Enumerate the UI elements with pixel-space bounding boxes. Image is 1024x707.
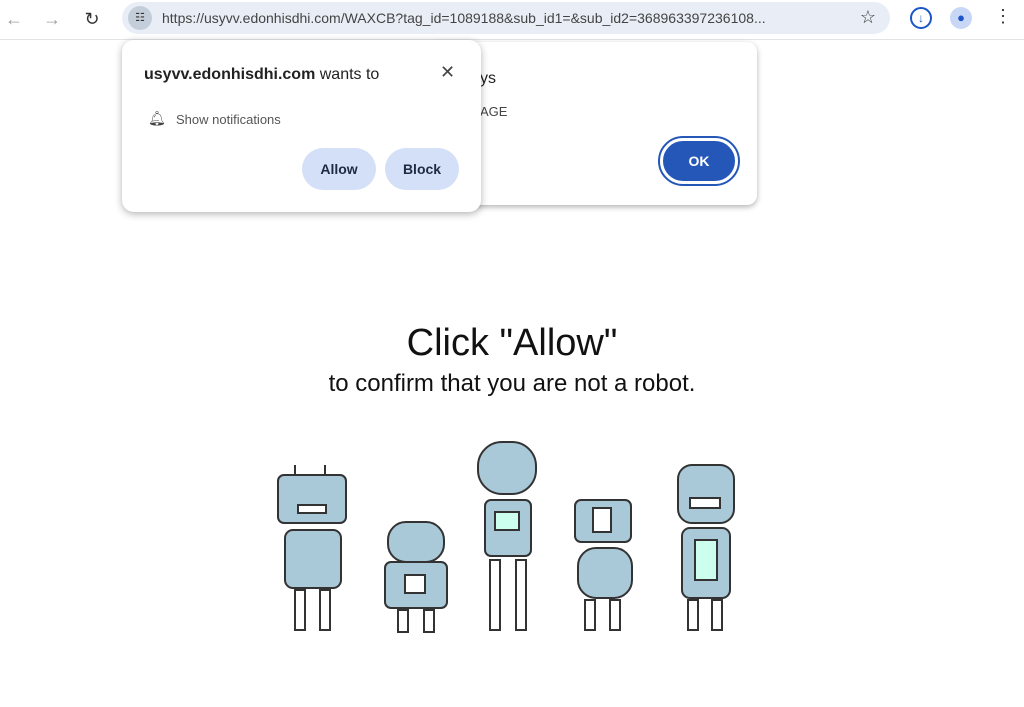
- permission-item: Show notifications: [176, 112, 281, 127]
- robots-illustration: [277, 441, 735, 633]
- notification-permission-prompt: usyvv.edonhisdhi.com wants to ✕ 🔔︎ Show …: [122, 40, 481, 212]
- close-icon[interactable]: ✕: [440, 62, 455, 83]
- url-text[interactable]: https://usyvv.edonhisdhi.com/WAXCB?tag_i…: [162, 10, 766, 26]
- site-settings-icon[interactable]: ☷: [128, 6, 152, 30]
- prompt-wants: wants to: [315, 66, 380, 83]
- more-menu-icon[interactable]: ⋮: [994, 6, 1012, 27]
- browser-toolbar: ← → ↻ ☷ https://usyvv.edonhisdhi.com/WAX…: [0, 0, 1024, 40]
- bookmark-star-icon[interactable]: ☆: [860, 7, 876, 28]
- robot-3: [477, 441, 537, 631]
- allow-button[interactable]: Allow: [302, 148, 376, 190]
- back-arrow-icon[interactable]: ←: [2, 8, 26, 30]
- prompt-title: usyvv.edonhisdhi.com wants to: [144, 66, 379, 84]
- profile-icon[interactable]: ●: [950, 7, 972, 29]
- robot-2: [384, 521, 448, 633]
- forward-arrow-icon[interactable]: →: [40, 8, 64, 30]
- robot-4: [574, 499, 633, 631]
- download-icon[interactable]: ↓: [910, 7, 932, 29]
- robot-1: [277, 465, 347, 631]
- prompt-site: usyvv.edonhisdhi.com: [144, 66, 316, 83]
- headline: Click "Allow": [406, 322, 618, 364]
- alert-message: AGE: [480, 104, 508, 119]
- robot-5: [677, 464, 735, 631]
- subline: to confirm that you are not a robot.: [328, 370, 696, 397]
- block-button[interactable]: Block: [385, 148, 459, 190]
- address-bar[interactable]: ☷ https://usyvv.edonhisdhi.com/WAXCB?tag…: [122, 2, 890, 34]
- bell-icon: 🔔︎: [148, 110, 166, 126]
- alert-title: ys: [480, 70, 496, 87]
- reload-icon[interactable]: ↻: [80, 8, 104, 30]
- ok-button[interactable]: OK: [658, 136, 740, 186]
